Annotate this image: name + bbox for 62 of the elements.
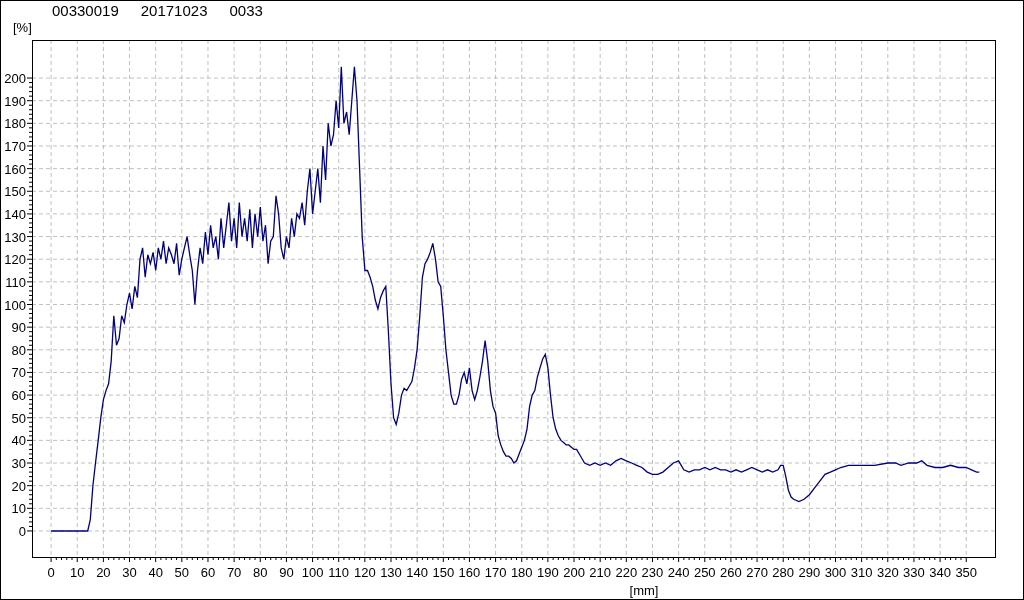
x-tick-label: 10 — [70, 565, 85, 580]
y-tick-label: 40 — [11, 433, 26, 449]
y-tick-label: 150 — [4, 184, 26, 200]
x-tick-label: 260 — [720, 565, 742, 580]
y-tick-label: 140 — [4, 206, 26, 222]
y-tick-label: 160 — [4, 161, 26, 177]
x-tick-label: 230 — [641, 565, 664, 580]
x-tick-label: 310 — [850, 565, 873, 580]
y-tick-label: 100 — [4, 297, 26, 313]
y-tick-label: 180 — [4, 116, 26, 132]
x-tick-label: 110 — [328, 565, 350, 580]
header-field: 20171023 — [140, 2, 208, 19]
y-axis-label: [%] — [13, 20, 32, 35]
x-tick-label: 250 — [693, 565, 716, 580]
x-tick-label: 210 — [589, 565, 612, 580]
x-tick-label: 60 — [200, 565, 216, 580]
y-tick-label: 190 — [4, 93, 26, 109]
x-tick-label: 350 — [955, 565, 978, 580]
x-tick-label: 290 — [798, 565, 821, 580]
y-tick-label: 10 — [11, 501, 26, 517]
x-tick-label: 220 — [615, 565, 638, 580]
x-tick-label: 300 — [824, 565, 847, 580]
y-tick-label: 70 — [11, 365, 26, 381]
y-tick-label: 20 — [11, 478, 26, 494]
x-tick-label: 280 — [772, 565, 795, 580]
y-tick-label: 120 — [4, 252, 26, 268]
y-tick-label: 170 — [4, 139, 26, 154]
x-tick-label: 0 — [47, 565, 55, 580]
y-tick-label: 130 — [4, 229, 26, 245]
x-tick-label: 180 — [510, 565, 533, 580]
x-tick-label: 270 — [746, 565, 768, 580]
y-tick-label: 110 — [5, 274, 26, 290]
x-tick-label: 140 — [406, 565, 428, 580]
x-tick-label: 190 — [537, 565, 559, 580]
header-field: 00330019 — [52, 2, 119, 19]
x-tick-label: 50 — [174, 565, 190, 580]
x-tick-label: 70 — [226, 565, 242, 580]
x-tick-label: 320 — [876, 565, 899, 580]
y-tick-label: 0 — [18, 523, 26, 539]
x-tick-label: 150 — [432, 565, 455, 580]
x-tick-label: 100 — [301, 565, 324, 580]
y-tick-label: 90 — [11, 320, 26, 336]
x-tick-label: 30 — [122, 565, 137, 580]
x-tick-label: 200 — [563, 565, 585, 580]
x-tick-label: 160 — [458, 565, 481, 580]
x-tick-label: 130 — [380, 565, 402, 580]
x-tick-label: 170 — [484, 565, 507, 580]
x-tick-label: 330 — [903, 565, 925, 580]
x-tick-label: 120 — [354, 565, 376, 580]
y-tick-label: 80 — [11, 342, 26, 358]
x-tick-label: 80 — [253, 565, 268, 580]
header-field: 0033 — [229, 2, 263, 19]
x-tick-label: 340 — [929, 565, 951, 580]
x-tick-label: 20 — [96, 565, 111, 580]
y-tick-label: 30 — [11, 456, 26, 471]
y-tick-label: 50 — [11, 410, 26, 426]
x-tick-label: 240 — [667, 565, 690, 580]
y-tick-label: 200 — [4, 71, 26, 87]
y-tick-label: 60 — [11, 388, 26, 404]
x-tick-label: 40 — [148, 565, 163, 580]
x-tick-label: 90 — [279, 565, 294, 580]
x-axis-label: [mm] — [629, 583, 659, 598]
